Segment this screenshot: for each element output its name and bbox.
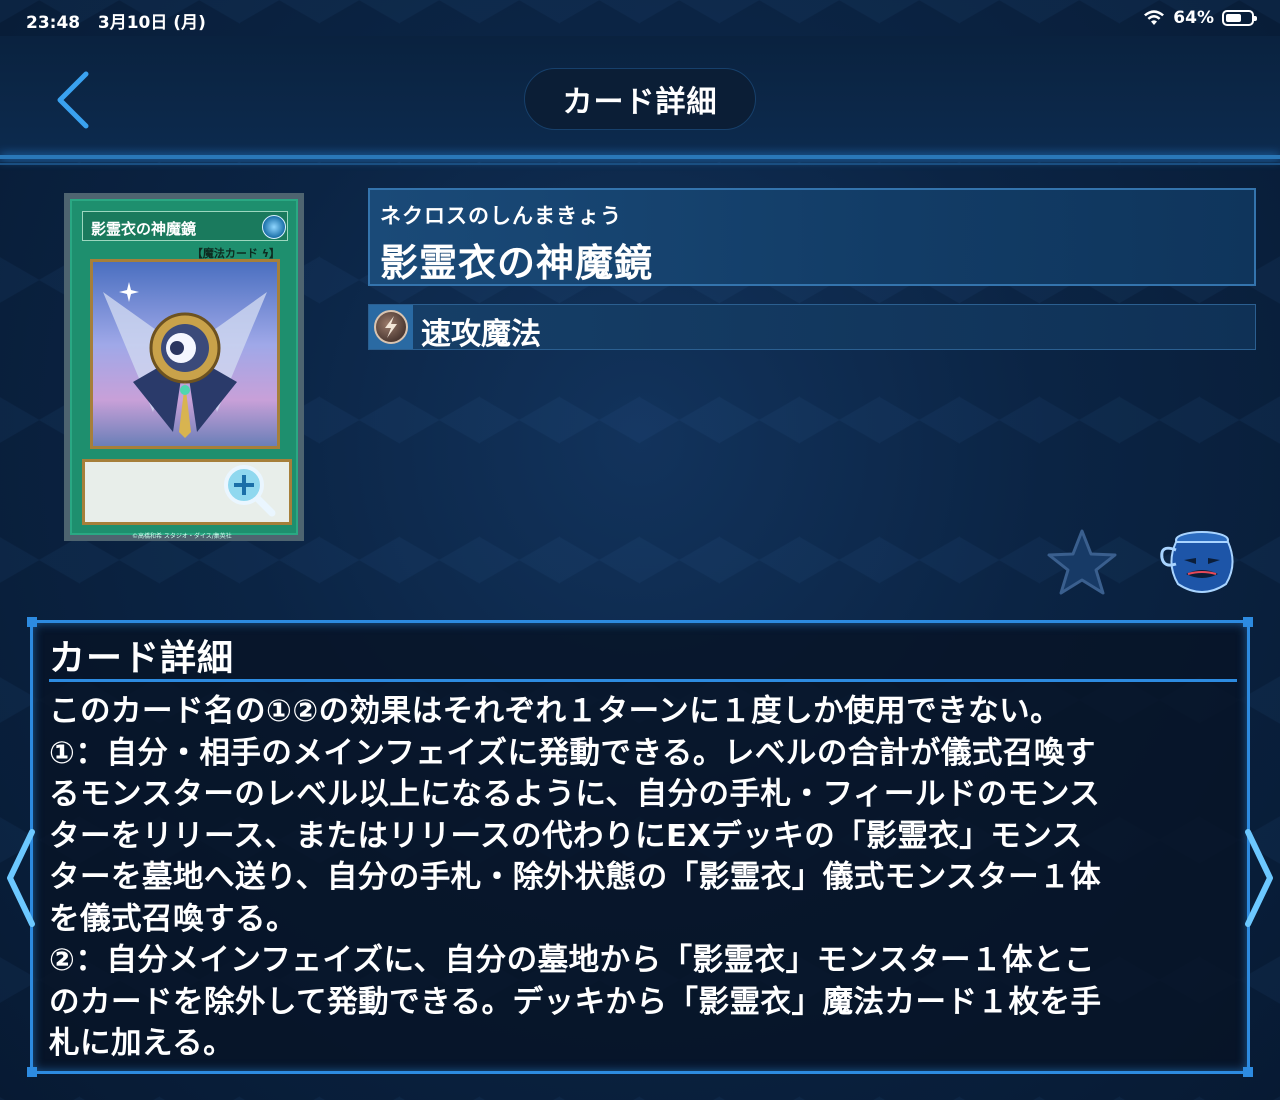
card-name: 影霊衣の神魔鏡 [380,241,654,285]
clock-date: 3月10日 (月) [97,13,206,33]
mirror-artwork [103,282,267,438]
card-artwork [90,259,280,449]
spell-attribute-icon [262,215,286,239]
panel-corner [1243,1067,1253,1077]
card-image[interactable]: 影霊衣の神魔鏡 【魔法カード ϟ】 ©高橋和希 スタジオ・ダイス/集英社 [64,193,304,541]
clock-time: 23:48 [26,13,81,33]
type-icon-frame [369,305,413,349]
next-card-button[interactable] [1240,826,1276,930]
status-bar: 23:48 3月10日 (月) 64% [0,0,1280,36]
effect-line: ターを墓地へ送り、自分の手札・除外状態の「影霊衣」儀式モンスター１体 [49,860,1102,895]
battery-level [1226,14,1241,22]
panel-corner [1243,617,1253,627]
card-name-box: ネクロスのしんまきょう 影霊衣の神魔鏡 [368,188,1256,286]
card-name-ruby: ネクロスのしんまきょう [380,204,622,228]
detail-title-underline [49,679,1237,682]
page-title-text: カード詳細 [562,85,718,120]
wifi-icon [1144,10,1165,25]
chevron-right-icon [1245,829,1273,927]
effect-line: このカード名の①②の効果はそれぞれ１ターンに１度しか使用できない。 [49,694,1062,729]
chevron-left-icon [57,71,89,129]
effect-line: ターをリリース、またはリリースの代わりにEXデッキの「影霊衣」モンス [49,818,1083,854]
effect-line: ②：自分メインフェイズに、自分の墓地から「影霊衣」モンスター１体とこ [49,943,1095,978]
header-divider-thin [0,163,1280,165]
header-divider [0,155,1280,159]
card-type-box: 速攻魔法 [368,304,1256,352]
effect-line: のカードを除外して発動できる。デッキから「影霊衣」魔法カード１枚を手 [49,984,1102,1020]
battery-cap [1254,16,1257,21]
zoom-in-icon[interactable] [222,463,276,517]
effect-line: ①：自分・相手のメインフェイズに発動できる。レベルの合計が儀式召喚す [49,735,1096,771]
effect-line: 札に加える。 [49,1026,235,1061]
back-button[interactable] [50,70,100,130]
panel-corner [27,617,37,627]
card-effect-text: このカード名の①②の効果はそれぞれ１ターンに１度しか使用できない。 ①：自分・相… [49,691,1229,1065]
effect-line: るモンスターのレベル以上になるように、自分の手札・フィールドのモンス [49,777,1101,812]
card-copyright: ©高橋和希 スタジオ・ダイス/集英社 [132,533,232,540]
chevron-left-icon [7,829,35,927]
battery-percent: 64% [1173,8,1214,28]
card-detail-panel[interactable]: カード詳細 このカード名の①②の効果はそれぞれ１ターンに１度しか使用できない。 … [27,617,1253,1077]
effect-line: を儀式召喚する。 [49,901,297,937]
status-right: 64% [1143,8,1257,28]
card-type-label: 速攻魔法 [421,317,541,352]
quick-play-spell-icon [374,310,408,344]
detail-title: カード詳細 [49,638,235,679]
pot-of-greed-icon[interactable] [1156,528,1240,598]
status-time: 23:48 3月10日 (月) [26,8,206,33]
panel-corner [27,1067,37,1077]
battery-icon [1222,10,1257,26]
star-icon[interactable] [1046,528,1118,596]
card-image-name-text: 影霊衣の神魔鏡 [91,220,197,238]
quick-play-bolt [385,316,397,338]
previous-card-button[interactable] [4,826,38,930]
card-image-name: 影霊衣の神魔鏡 [82,211,288,241]
page-title: カード詳細 [524,68,756,130]
